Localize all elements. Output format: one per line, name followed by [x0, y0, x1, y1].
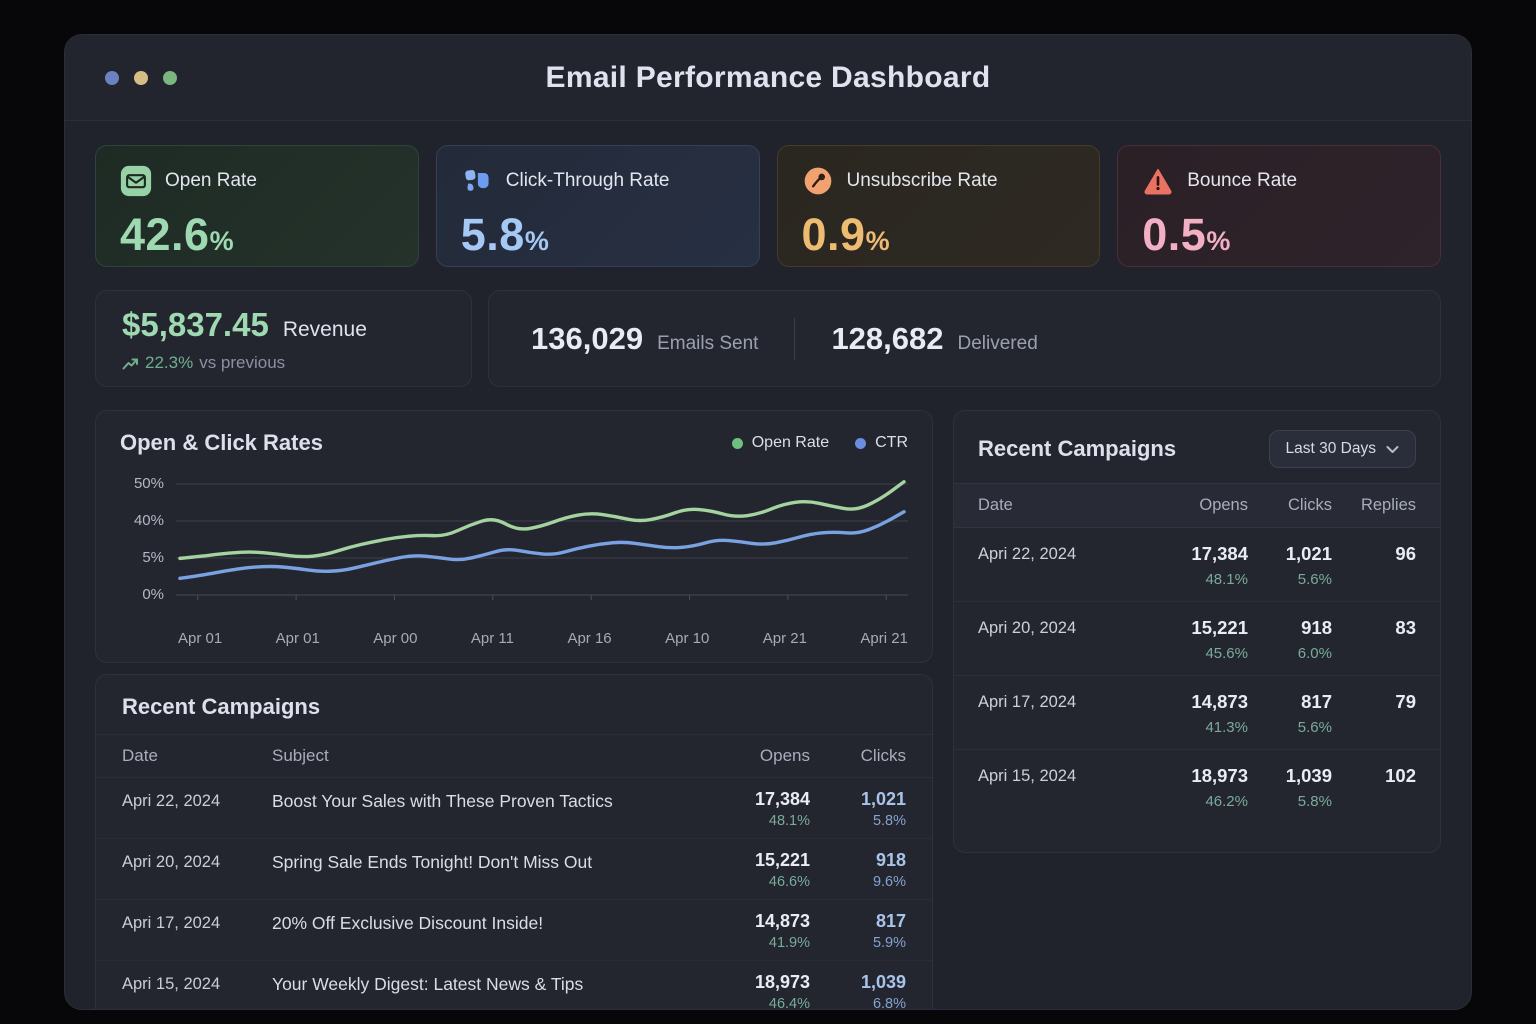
- circle-slash-icon: [802, 165, 834, 197]
- stat-divider: [794, 318, 795, 360]
- table-row[interactable]: Apri 22, 2024 17,38448.1% 1,0215.6% 96: [954, 528, 1440, 602]
- window-dot-green[interactable]: [163, 71, 177, 85]
- delivered-stat: 128,682 Delivered: [831, 321, 1037, 357]
- chart-legend: Open Rate CTR: [732, 434, 908, 452]
- line-chart: 50% 40% 5% 0%: [176, 470, 908, 620]
- kpi-value: 0.9%: [802, 209, 1076, 261]
- page-title: Email Performance Dashboard: [546, 61, 991, 95]
- window-controls: [105, 71, 177, 85]
- emails-sent-label: Emails Sent: [657, 333, 758, 355]
- kpi-card-open-rate: Open Rate 42.6%: [95, 145, 419, 267]
- legend-item-ctr[interactable]: CTR: [855, 434, 908, 452]
- app-window: Email Performance Dashboard Open Rate 42…: [64, 34, 1472, 1010]
- kpi-value: 0.5%: [1142, 209, 1416, 261]
- legend-dot-blue: [855, 438, 866, 449]
- volume-card: 136,029 Emails Sent 128,682 Delivered: [488, 290, 1441, 387]
- table-row[interactable]: Apri 17, 2024 20% Off Exclusive Discount…: [96, 900, 932, 961]
- legend-item-open-rate[interactable]: Open Rate: [732, 434, 829, 452]
- kpi-label: Unsubscribe Rate: [847, 170, 998, 192]
- revenue-delta: 22.3%: [145, 353, 193, 373]
- kpi-label: Open Rate: [165, 170, 257, 192]
- kpi-value: 5.8%: [461, 209, 735, 261]
- emails-sent-stat: 136,029 Emails Sent: [531, 321, 758, 357]
- date-range-dropdown[interactable]: Last 30 Days: [1269, 430, 1416, 468]
- summary-row: $5,837.45 Revenue 22.3% vs previous 136,…: [95, 290, 1441, 387]
- campaigns-table-title: Recent Campaigns: [122, 694, 906, 720]
- recent-campaigns-panel: Recent Campaigns Last 30 Days Date Opens…: [953, 410, 1441, 853]
- legend-dot-green: [732, 438, 743, 449]
- campaigns-table-header: Date Subject Opens Clicks: [96, 734, 932, 778]
- y-tick-label: 40%: [116, 512, 164, 530]
- table-row[interactable]: Apri 17, 2024 14,87341.3% 8175.6% 79: [954, 676, 1440, 750]
- table-row[interactable]: Apri 22, 2024 Boost Your Sales with Thes…: [96, 778, 932, 839]
- window-dot-blue[interactable]: [105, 71, 119, 85]
- title-bar: Email Performance Dashboard: [65, 35, 1471, 121]
- open-click-rates-panel: Open & Click Rates Open Rate CTR: [95, 410, 933, 663]
- emails-sent-value: 136,029: [531, 321, 643, 357]
- window-dot-tan[interactable]: [134, 71, 148, 85]
- trending-up-icon: [122, 356, 139, 371]
- warning-icon: [1142, 165, 1174, 197]
- click-icon: [461, 165, 493, 197]
- table-row[interactable]: Apri 15, 2024 Your Weekly Digest: Latest…: [96, 961, 932, 1010]
- x-axis-labels: Apr 01Apr 01 Apr 00Apr 11 Apr 16Apr 10 A…: [176, 630, 908, 647]
- dashboard-content: Open Rate 42.6% Click-Through Rate 5.8%: [65, 121, 1471, 1010]
- y-tick-label: 50%: [116, 475, 164, 493]
- table-row[interactable]: Apri 20, 2024 15,22145.6% 9186.0% 83: [954, 602, 1440, 676]
- kpi-label: Click-Through Rate: [506, 170, 670, 192]
- delivered-label: Delivered: [958, 333, 1038, 355]
- revenue-amount: $5,837.45: [122, 306, 269, 344]
- chart-title: Open & Click Rates: [120, 430, 323, 456]
- revenue-label: Revenue: [283, 318, 367, 342]
- chevron-down-icon: [1386, 445, 1399, 454]
- y-tick-label: 0%: [116, 586, 164, 604]
- envelope-icon: [120, 165, 152, 197]
- y-tick-label: 5%: [116, 549, 164, 567]
- kpi-value: 42.6%: [120, 209, 394, 261]
- campaigns-table-panel: Recent Campaigns Date Subject Opens Clic…: [95, 674, 933, 1010]
- kpi-card-click-through-rate: Click-Through Rate 5.8%: [436, 145, 760, 267]
- left-column: Open & Click Rates Open Rate CTR: [95, 410, 933, 1010]
- kpi-card-unsubscribe-rate: Unsubscribe Rate 0.9%: [777, 145, 1101, 267]
- kpi-row: Open Rate 42.6% Click-Through Rate 5.8%: [95, 145, 1441, 267]
- table-row[interactable]: Apri 20, 2024 Spring Sale Ends Tonight! …: [96, 839, 932, 900]
- line-chart-svg: [176, 470, 908, 620]
- delivered-value: 128,682: [831, 321, 943, 357]
- kpi-card-bounce-rate: Bounce Rate 0.5%: [1117, 145, 1441, 267]
- revenue-delta-caption: vs previous: [199, 353, 285, 373]
- recent-campaigns-title: Recent Campaigns: [978, 436, 1176, 462]
- kpi-label: Bounce Rate: [1187, 170, 1297, 192]
- revenue-card: $5,837.45 Revenue 22.3% vs previous: [95, 290, 472, 387]
- table-row[interactable]: Apri 15, 2024 18,97346.2% 1,0395.8% 102: [954, 750, 1440, 823]
- recent-campaigns-header: Date Opens Clicks Replies: [954, 483, 1440, 528]
